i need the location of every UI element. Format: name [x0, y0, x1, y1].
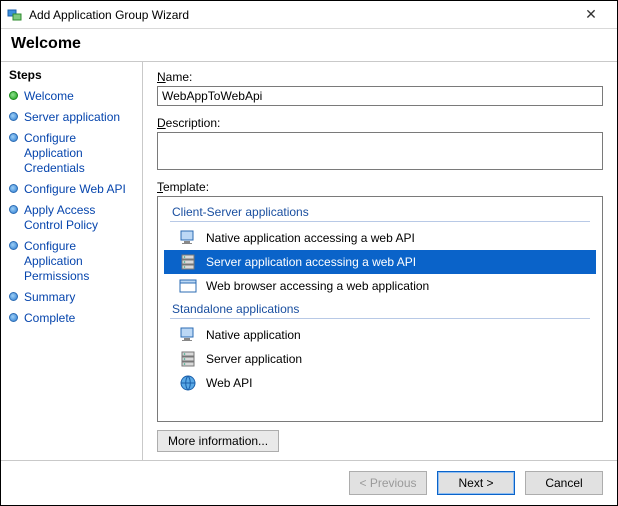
template-item-label: Web browser accessing a web application — [206, 279, 429, 293]
cancel-button[interactable]: Cancel — [525, 471, 603, 495]
template-group-standalone: Standalone applications — [164, 298, 596, 318]
step-item[interactable]: Configure Web API — [5, 179, 138, 200]
step-label: Apply Access Control Policy — [24, 203, 134, 233]
step-bullet-icon — [9, 133, 18, 142]
step-bullet-icon — [9, 241, 18, 250]
server-app-icon — [178, 349, 198, 369]
body: Steps Welcome Server application Configure… — [1, 62, 617, 460]
template-item[interactable]: Server application — [164, 347, 596, 371]
native-webapi-icon — [178, 228, 198, 248]
titlebar: Add Application Group Wizard ✕ — [1, 1, 617, 29]
step-label: Welcome — [24, 89, 74, 104]
description-label: Description: — [157, 116, 603, 130]
step-item[interactable]: Apply Access Control Policy — [5, 200, 138, 236]
previous-button: < Previous — [349, 471, 427, 495]
app-icon — [7, 7, 23, 23]
wizard-footer: < Previous Next > Cancel — [1, 460, 617, 505]
step-label: Summary — [24, 290, 75, 305]
steps-list: Welcome Server application Configure Appli… — [5, 86, 138, 329]
template-item[interactable]: Server application accessing a web API — [164, 250, 596, 274]
web-api-icon — [178, 373, 198, 393]
step-bullet-current-icon — [9, 91, 18, 100]
step-item[interactable]: Configure Application Credentials — [5, 128, 138, 179]
browser-webapp-icon — [178, 276, 198, 296]
name-input[interactable] — [157, 86, 603, 106]
server-webapi-icon — [178, 252, 198, 272]
template-item-label: Server application accessing a web API — [206, 255, 416, 269]
template-item[interactable]: Native application — [164, 323, 596, 347]
step-label: Configure Application Credentials — [24, 131, 134, 176]
window-title: Add Application Group Wizard — [29, 8, 571, 22]
step-bullet-icon — [9, 184, 18, 193]
step-label: Server application — [24, 110, 120, 125]
page-heading: Welcome — [11, 35, 607, 53]
steps-sidebar: Steps Welcome Server application Configure… — [1, 62, 143, 460]
steps-heading: Steps — [9, 68, 138, 82]
wizard-window: Add Application Group Wizard ✕ Welcome S… — [0, 0, 618, 506]
step-bullet-icon — [9, 313, 18, 322]
step-item[interactable]: Server application — [5, 107, 138, 128]
template-item-label: Web API — [206, 376, 252, 390]
template-item[interactable]: Web API — [164, 371, 596, 395]
main-panel: Name: Description: Template: Client-Serv… — [143, 62, 617, 460]
step-label: Configure Web API — [24, 182, 126, 197]
native-app-icon — [178, 325, 198, 345]
template-item-label: Native application — [206, 328, 301, 342]
template-item[interactable]: Native application accessing a web API — [164, 226, 596, 250]
page-heading-row: Welcome — [1, 29, 617, 62]
template-listbox[interactable]: Client-Server applications Native applic… — [157, 196, 603, 422]
name-label: Name: — [157, 70, 603, 84]
template-label: Template: — [157, 180, 603, 194]
more-information-button[interactable]: More information... — [157, 430, 279, 452]
template-item-label: Server application — [206, 352, 302, 366]
template-item[interactable]: Web browser accessing a web application — [164, 274, 596, 298]
close-icon: ✕ — [585, 6, 597, 23]
step-item[interactable]: Complete — [5, 308, 138, 329]
step-bullet-icon — [9, 205, 18, 214]
step-label: Complete — [24, 311, 75, 326]
step-item[interactable]: Summary — [5, 287, 138, 308]
description-input[interactable] — [157, 132, 603, 170]
next-button[interactable]: Next > — [437, 471, 515, 495]
step-item[interactable]: Configure Application Permissions — [5, 236, 138, 287]
step-bullet-icon — [9, 112, 18, 121]
template-group-client-server: Client-Server applications — [164, 201, 596, 221]
step-label: Configure Application Permissions — [24, 239, 134, 284]
step-item[interactable]: Welcome — [5, 86, 138, 107]
step-bullet-icon — [9, 292, 18, 301]
close-button[interactable]: ✕ — [571, 1, 611, 28]
template-item-label: Native application accessing a web API — [206, 231, 415, 245]
